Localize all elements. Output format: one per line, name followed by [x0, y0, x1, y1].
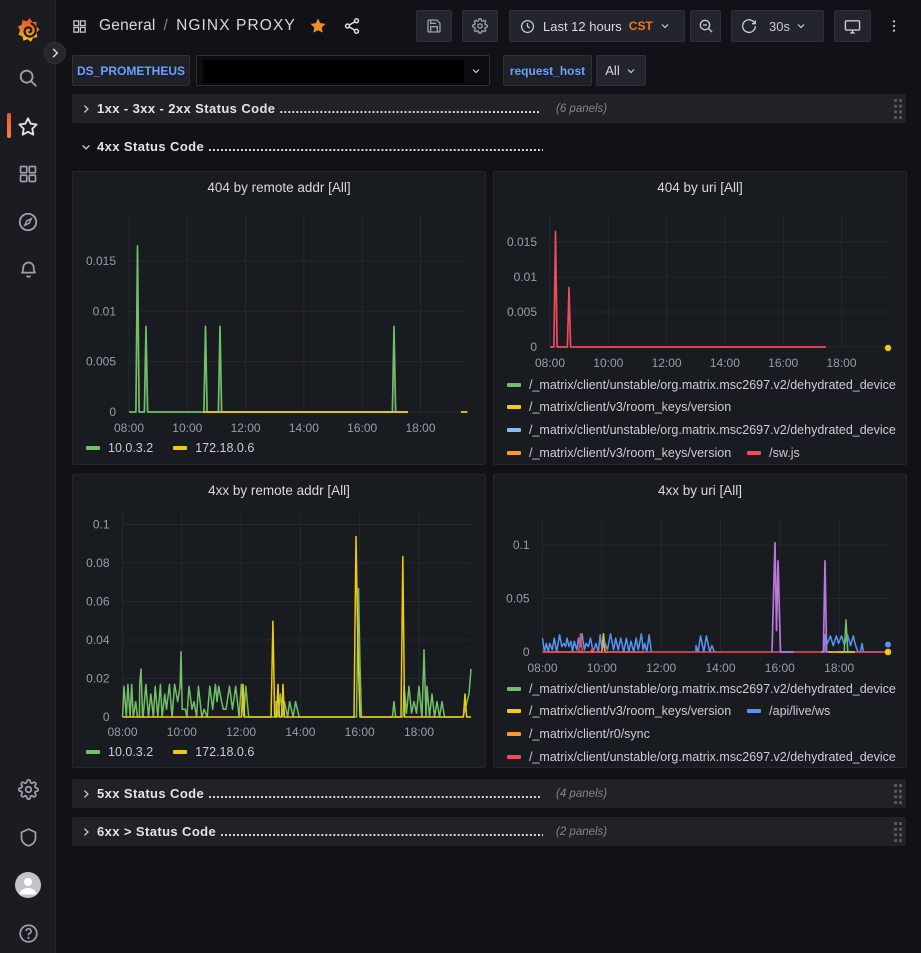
svg-text:0.01: 0.01 — [93, 304, 117, 318]
svg-text:0.005: 0.005 — [86, 355, 116, 369]
svg-text:0.02: 0.02 — [86, 672, 110, 686]
svg-text:14:00: 14:00 — [710, 356, 740, 370]
svg-text:0.04: 0.04 — [86, 633, 110, 647]
svg-text:14:00: 14:00 — [285, 725, 315, 739]
svg-text:18:00: 18:00 — [826, 356, 856, 370]
svg-text:14:00: 14:00 — [289, 421, 319, 435]
svg-text:10:00: 10:00 — [167, 725, 197, 739]
svg-text:18:00: 18:00 — [824, 661, 854, 675]
svg-text:14:00: 14:00 — [705, 661, 735, 675]
svg-text:0.08: 0.08 — [86, 556, 110, 570]
svg-text:0: 0 — [109, 405, 116, 419]
svg-text:0.06: 0.06 — [86, 595, 110, 609]
svg-text:18:00: 18:00 — [405, 421, 435, 435]
svg-text:0: 0 — [523, 645, 530, 659]
svg-text:12:00: 12:00 — [652, 356, 682, 370]
svg-text:0.1: 0.1 — [513, 538, 530, 552]
svg-text:0.015: 0.015 — [507, 235, 537, 249]
svg-text:16:00: 16:00 — [347, 421, 377, 435]
svg-text:10:00: 10:00 — [593, 356, 623, 370]
svg-text:0: 0 — [530, 340, 537, 354]
svg-text:08:00: 08:00 — [535, 356, 565, 370]
svg-text:0.005: 0.005 — [507, 305, 537, 319]
svg-text:16:00: 16:00 — [768, 356, 798, 370]
svg-text:10:00: 10:00 — [587, 661, 617, 675]
svg-text:08:00: 08:00 — [114, 421, 144, 435]
svg-text:10:00: 10:00 — [172, 421, 202, 435]
svg-text:0: 0 — [103, 710, 110, 724]
svg-text:0.015: 0.015 — [86, 254, 116, 268]
svg-text:12:00: 12:00 — [646, 661, 676, 675]
svg-text:16:00: 16:00 — [765, 661, 795, 675]
svg-text:12:00: 12:00 — [231, 421, 261, 435]
svg-text:08:00: 08:00 — [107, 725, 137, 739]
svg-text:08:00: 08:00 — [527, 661, 557, 675]
svg-text:0.01: 0.01 — [514, 270, 538, 284]
svg-text:18:00: 18:00 — [404, 725, 434, 739]
svg-text:0.1: 0.1 — [93, 518, 110, 532]
svg-text:12:00: 12:00 — [226, 725, 256, 739]
svg-text:0.05: 0.05 — [506, 592, 530, 606]
svg-text:16:00: 16:00 — [345, 725, 375, 739]
